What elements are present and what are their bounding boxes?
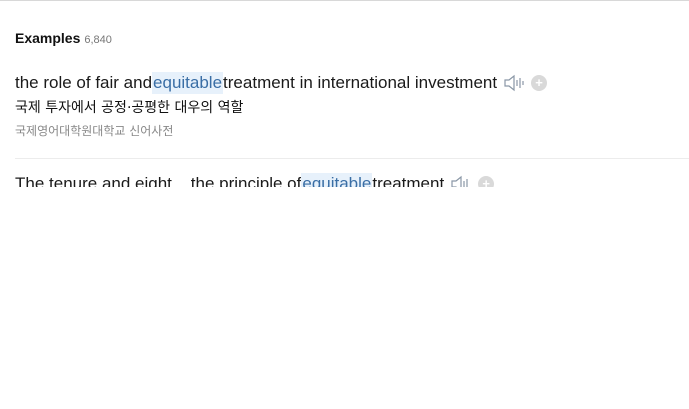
- add-to-wordbook-button[interactable]: +: [531, 75, 548, 91]
- example-source: 국제영어대학원대학교 신어사전: [15, 124, 174, 138]
- add-to-wordbook-button[interactable]: +: [478, 176, 495, 187]
- highlighted-term[interactable]: equitable: [301, 173, 373, 187]
- sentence-text-post: treatment: [372, 174, 445, 187]
- example-item: the role of fair and equitable treatment…: [15, 72, 689, 139]
- example-item-clipped: The tenure and eight... the principle of…: [0, 159, 689, 187]
- highlighted-term[interactable]: equitable: [152, 72, 224, 94]
- examples-count: 6,840: [84, 34, 112, 46]
- example-item: The tenure and eight... the principle of…: [15, 173, 689, 187]
- examples-title: Examples: [15, 30, 81, 46]
- top-divider: [0, 0, 689, 1]
- example-sentence: the role of fair and equitable treatment…: [15, 72, 689, 94]
- sentence-text-pre: the role of fair and: [15, 73, 153, 92]
- speaker-icon[interactable]: [503, 74, 525, 92]
- speaker-icon[interactable]: [450, 175, 472, 187]
- examples-header: Examples 6,840: [15, 30, 112, 46]
- sentence-text-pre: The tenure and eight... the principle of: [15, 174, 302, 187]
- example-translation: 국제 투자에서 공정·공평한 대우의 역할: [15, 100, 244, 116]
- example-sentence: The tenure and eight... the principle of…: [15, 173, 689, 187]
- sentence-text-post: treatment in international investment: [223, 73, 498, 92]
